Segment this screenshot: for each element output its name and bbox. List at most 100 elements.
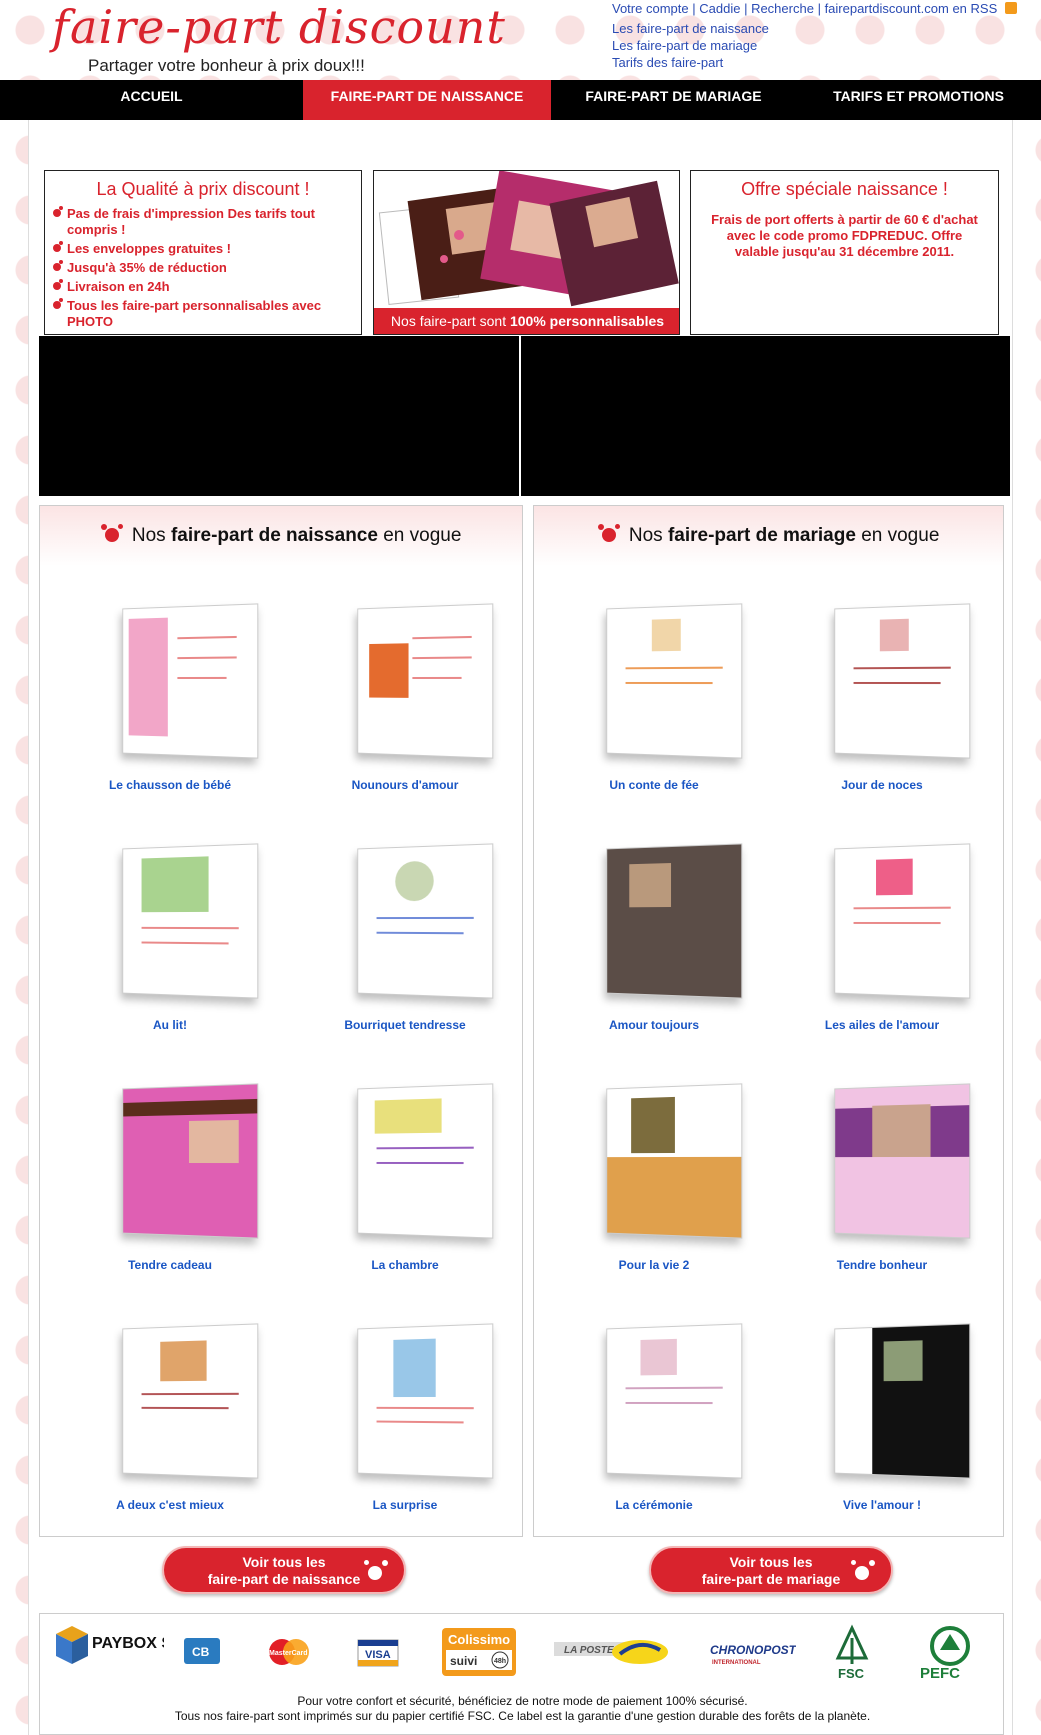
dots-icon xyxy=(362,1558,392,1584)
product-item[interactable]: Bourriquet tendresse xyxy=(305,806,505,1036)
dots-icon xyxy=(849,1558,879,1584)
mastercard-logo: MasterCard xyxy=(265,1624,315,1680)
quality-title: La Qualité à prix discount ! xyxy=(96,179,310,199)
rss-icon[interactable] xyxy=(1004,2,1017,14)
product-thumbnail[interactable] xyxy=(606,843,743,999)
svg-text:suivi: suivi xyxy=(450,1654,477,1668)
pefc-logo: PEFC xyxy=(910,1624,996,1682)
product-item[interactable]: Pour la vie 2 xyxy=(554,1046,754,1276)
product-item[interactable]: Nounours d'amour xyxy=(305,566,505,796)
nav-tarifs[interactable]: TARIFS ET PROMOTIONS xyxy=(796,80,1041,120)
product-thumbnail[interactable] xyxy=(357,843,494,999)
product-name[interactable]: Un conte de fée xyxy=(554,778,754,792)
mariage-link[interactable]: Les faire-part de mariage xyxy=(612,37,769,54)
account-link[interactable]: Votre compte xyxy=(612,1,689,16)
list-item: Pas de frais d'impression Des tarifs tou… xyxy=(53,206,361,238)
panel-title: Nos faire-part de naissance en vogue xyxy=(40,524,522,547)
mariage-panel: Nos faire-part de mariage en vogue Un co… xyxy=(533,505,1004,1537)
view-all-naissance-button[interactable]: Voir tous les faire-part de naissance xyxy=(162,1546,406,1594)
product-item[interactable]: La chambre xyxy=(305,1046,505,1276)
panel-title: Nos faire-part de mariage en vogue xyxy=(534,524,1003,547)
svg-text:INTERNATIONAL: INTERNATIONAL xyxy=(712,1660,761,1666)
product-item[interactable]: La surprise xyxy=(305,1286,505,1516)
product-item[interactable]: A deux c'est mieux xyxy=(70,1286,270,1516)
product-thumbnail[interactable] xyxy=(122,1083,259,1239)
product-name[interactable]: La cérémonie xyxy=(554,1498,754,1512)
svg-text:48h: 48h xyxy=(494,1658,506,1665)
svg-text:FSC: FSC xyxy=(838,1666,865,1680)
product-item[interactable]: Tendre cadeau xyxy=(70,1046,270,1276)
site-logo[interactable]: faire-part discount xyxy=(52,0,506,54)
product-name[interactable]: Au lit! xyxy=(70,1018,270,1032)
product-name[interactable]: Vive l'amour ! xyxy=(782,1498,982,1512)
product-name[interactable]: Nounours d'amour xyxy=(305,778,505,792)
paybox-logo: PAYBOX SERVICES xyxy=(54,1624,242,1680)
rss-link[interactable]: fairepartdiscount.com en RSS xyxy=(825,1,998,16)
product-item[interactable]: Amour toujours xyxy=(554,806,754,1036)
search-link[interactable]: Recherche xyxy=(751,1,814,16)
product-name[interactable]: Tendre cadeau xyxy=(70,1258,270,1272)
offer-box: Offre spéciale naissance ! Frais de port… xyxy=(690,170,999,335)
product-thumbnail[interactable] xyxy=(606,603,743,759)
promo-image-box[interactable]: Nos faire-part sont 100% personnalisable… xyxy=(373,170,680,335)
bullet-icon xyxy=(53,241,63,252)
product-name[interactable]: Les ailes de l'amour xyxy=(782,1018,982,1032)
product-item[interactable]: Vive l'amour ! xyxy=(782,1286,982,1516)
sub-links: Les faire-part de naissance Les faire-pa… xyxy=(612,20,769,71)
product-thumbnail[interactable] xyxy=(834,843,971,999)
product-name[interactable]: Bourriquet tendresse xyxy=(305,1018,505,1032)
product-thumbnail[interactable] xyxy=(606,1323,743,1479)
product-thumbnail[interactable] xyxy=(834,1083,971,1239)
product-item[interactable]: Au lit! xyxy=(70,806,270,1036)
tagline: Partager votre bonheur à prix doux!!! xyxy=(88,56,365,75)
svg-text:Colissimo: Colissimo xyxy=(448,1632,510,1647)
cb-logo: CB xyxy=(182,1624,222,1680)
product-thumbnail[interactable] xyxy=(357,603,494,759)
tarifs-link[interactable]: Tarifs des faire-part xyxy=(612,54,769,71)
media-placeholder-left xyxy=(39,336,519,496)
offer-text: Frais de port offerts à partir de 60 € d… xyxy=(711,212,978,259)
fsc-logo: FSC xyxy=(828,1624,876,1681)
product-thumbnail[interactable] xyxy=(606,1083,743,1239)
quality-list: Pas de frais d'impression Des tarifs tou… xyxy=(53,206,361,330)
nav-naissance[interactable]: FAIRE-PART DE NAISSANCE xyxy=(303,80,551,120)
product-thumbnail[interactable] xyxy=(834,603,971,759)
product-name[interactable]: La surprise xyxy=(305,1498,505,1512)
nav-accueil[interactable]: ACCUEIL xyxy=(0,80,303,120)
colissimo-logo: Colissimo suivi 48h xyxy=(442,1624,516,1680)
separator: | xyxy=(817,1,825,16)
bullet-icon xyxy=(53,206,63,217)
bullet-icon xyxy=(53,260,63,271)
naissance-link[interactable]: Les faire-part de naissance xyxy=(612,20,769,37)
svg-text:PEFC: PEFC xyxy=(920,1665,960,1680)
product-item[interactable]: Jour de noces xyxy=(782,566,982,796)
product-thumbnail[interactable] xyxy=(357,1323,494,1479)
product-name[interactable]: La chambre xyxy=(305,1258,505,1272)
view-all-mariage-button[interactable]: Voir tous les faire-part de mariage xyxy=(649,1546,893,1594)
product-thumbnail[interactable] xyxy=(122,603,259,759)
product-name[interactable]: Pour la vie 2 xyxy=(554,1258,754,1272)
main-nav: ACCUEIL FAIRE-PART DE NAISSANCE FAIRE-PA… xyxy=(0,80,1041,120)
product-name[interactable]: Amour toujours xyxy=(554,1018,754,1032)
product-item[interactable]: Tendre bonheur xyxy=(782,1046,982,1276)
product-item[interactable]: Un conte de fée xyxy=(554,566,754,796)
product-name[interactable]: Jour de noces xyxy=(782,778,982,792)
nav-mariage[interactable]: FAIRE-PART DE MARIAGE xyxy=(551,80,796,120)
product-item[interactable]: Le chausson de bébé xyxy=(70,566,270,796)
product-name[interactable]: A deux c'est mieux xyxy=(70,1498,270,1512)
product-thumbnail[interactable] xyxy=(122,1323,259,1479)
svg-text:CHRONOPOST: CHRONOPOST xyxy=(710,1643,796,1657)
top-links: Votre compte | Caddie | Recherche | fair… xyxy=(612,0,1017,17)
svg-text:LA POSTE: LA POSTE xyxy=(564,1645,614,1656)
product-item[interactable]: La cérémonie xyxy=(554,1286,754,1516)
product-thumbnail[interactable] xyxy=(357,1083,494,1239)
footer-text: Pour votre confort et sécurité, bénéfici… xyxy=(174,1694,871,1723)
product-thumbnail[interactable] xyxy=(122,843,259,999)
svg-text:PAYBOX SERVICES: PAYBOX SERVICES xyxy=(92,1635,164,1652)
product-name[interactable]: Le chausson de bébé xyxy=(70,778,270,792)
product-thumbnail[interactable] xyxy=(834,1323,971,1479)
product-name[interactable]: Tendre bonheur xyxy=(782,1258,982,1272)
bullet-icon xyxy=(53,279,63,290)
product-item[interactable]: Les ailes de l'amour xyxy=(782,806,982,1036)
cart-link[interactable]: Caddie xyxy=(699,1,740,16)
